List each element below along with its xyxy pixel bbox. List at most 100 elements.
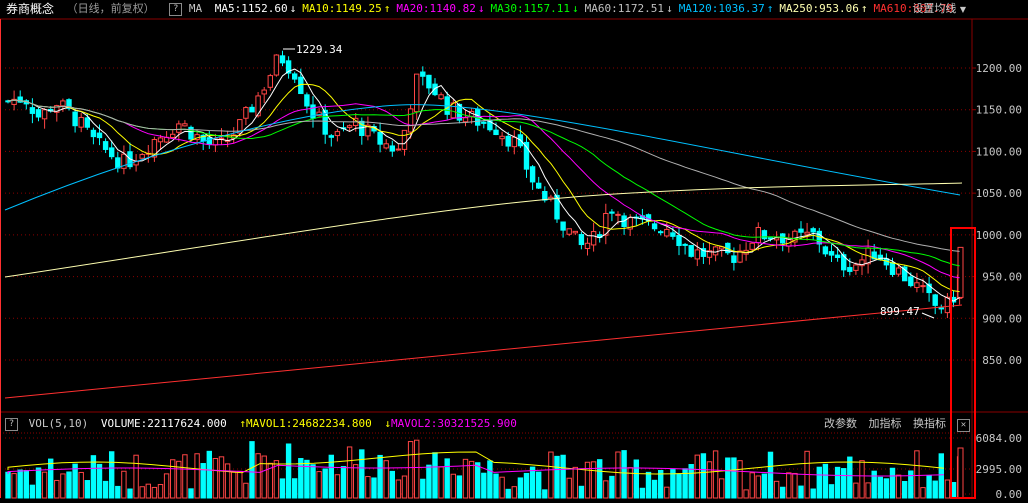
candle-body [542, 190, 548, 201]
candle-body [78, 116, 84, 128]
volume-bar [877, 476, 883, 499]
candle-body [389, 145, 396, 152]
volume-bar [712, 450, 719, 499]
volume-bar [895, 474, 902, 499]
candle-body [889, 262, 896, 275]
volume-bar [145, 483, 152, 499]
candle-body [511, 136, 517, 148]
candle-body [377, 131, 383, 145]
candle-body [157, 137, 164, 143]
price-tick-label: 1150.00 [976, 104, 1022, 117]
volume-bar [17, 469, 23, 499]
volume-bar [700, 453, 707, 499]
volume-bar [41, 471, 48, 499]
volume-bar [285, 443, 292, 499]
volume-bar [676, 473, 682, 499]
volume-bar [133, 454, 139, 499]
volume-bar [261, 455, 267, 499]
candle-body [279, 55, 286, 64]
volume-bar [139, 486, 145, 499]
volume-bar [560, 454, 566, 499]
candle-body [176, 123, 182, 133]
volume-bar [212, 458, 219, 499]
candle-body [96, 132, 103, 139]
candle-body [664, 228, 670, 237]
volume-bar [658, 469, 664, 499]
candle-body [731, 255, 737, 263]
volume-bar [346, 446, 353, 499]
candle-body [420, 71, 426, 77]
volume-bar [584, 461, 591, 499]
candle-body [810, 228, 816, 233]
volume-bar [371, 477, 377, 499]
volume-bar [194, 453, 200, 499]
candle-body [712, 246, 719, 256]
candle-body [462, 117, 469, 123]
volume-bar [456, 475, 463, 499]
volume-bar [786, 472, 792, 499]
volume-bar [109, 451, 115, 499]
volume-bar [383, 460, 389, 499]
volume-bar [566, 477, 572, 499]
kline-chart[interactable]: 1200.00 1150.00 1100.00 1050.00 1000.00 950.0… [0, 0, 1028, 503]
volume-bar [536, 471, 542, 499]
candle-body [346, 125, 353, 128]
volume-bar [121, 470, 127, 499]
candle-body [938, 307, 944, 310]
candle-body [243, 107, 249, 119]
volume-bar [542, 489, 548, 499]
candle-body [493, 129, 499, 136]
candle-body [828, 251, 835, 256]
volume-bar [96, 463, 103, 499]
ma610-line [4, 304, 963, 399]
candle-body [35, 109, 42, 118]
candle-body [694, 249, 700, 260]
volume-bar [487, 460, 493, 499]
candle-body [566, 228, 572, 235]
candle-body [590, 231, 597, 246]
volume-bar [310, 464, 316, 499]
price-tick-label: 1100.00 [976, 145, 1022, 158]
candle-body [670, 232, 676, 237]
candle-body [292, 73, 298, 80]
volume-bar [944, 479, 951, 499]
candle-body [804, 231, 810, 235]
volume-bar [340, 466, 347, 499]
volume-bar [249, 441, 255, 499]
candle-body [749, 242, 755, 250]
volume-bar [481, 472, 487, 499]
volume-bar [389, 470, 396, 499]
volume-bar [755, 475, 761, 499]
volume-bar [78, 471, 84, 499]
volume-bar [621, 450, 627, 499]
volume-bar [182, 454, 188, 499]
candle-body [170, 133, 176, 139]
volume-bar [231, 471, 237, 499]
ma5-line [7, 68, 960, 302]
volume-bar [651, 479, 658, 499]
volume-bar [401, 475, 408, 499]
candle-body [383, 143, 389, 149]
volume-bar [908, 470, 914, 499]
volume-bar [523, 472, 530, 499]
volume-bar [798, 485, 804, 499]
volume-bar [511, 486, 517, 499]
candle-body [450, 102, 457, 119]
candle-body [432, 83, 438, 96]
volume-bar [224, 463, 231, 499]
volume-bar [115, 485, 121, 499]
volume-bar [353, 464, 359, 499]
candle-body [658, 231, 664, 234]
candle-body [334, 131, 341, 137]
volume-bar [54, 479, 60, 499]
price-tick-label: 950.00 [982, 271, 1022, 284]
volume-bar [780, 486, 786, 499]
candle-body [957, 246, 964, 298]
volume-bar [792, 472, 798, 499]
volume-bar [767, 451, 774, 499]
candle-body [895, 267, 902, 275]
volume-bar [468, 460, 475, 499]
volume-bar [322, 468, 328, 499]
low-annotation: 899.47 [880, 305, 920, 318]
candle-body [847, 267, 853, 272]
